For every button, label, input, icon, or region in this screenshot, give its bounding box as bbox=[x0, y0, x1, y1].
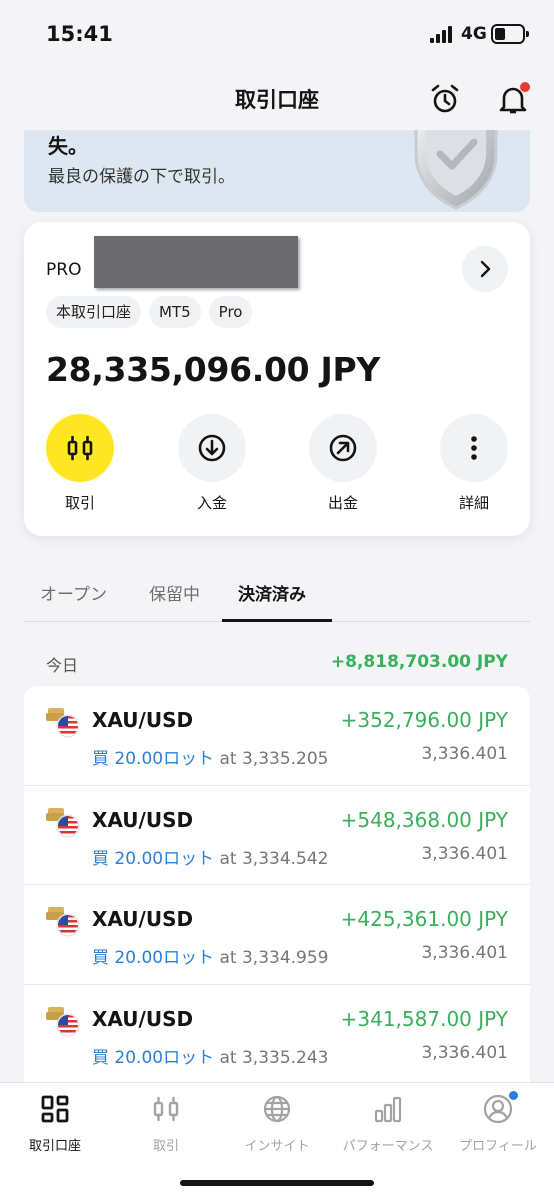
home-indicator bbox=[180, 1180, 374, 1186]
trade-pl: +352,796.00 JPY bbox=[340, 708, 508, 732]
account-tags: 本取引口座 MT5 Pro bbox=[46, 296, 253, 328]
nav-profile-label: プロフィール bbox=[459, 1139, 537, 1154]
details-button-label: 詳細 bbox=[458, 494, 489, 512]
arrow-up-right-circle-icon bbox=[329, 434, 357, 462]
nav-trade[interactable]: 取引 bbox=[111, 1093, 221, 1154]
status-time: 15:41 bbox=[46, 22, 113, 46]
nav-accounts[interactable]: 取引口座 bbox=[0, 1093, 110, 1154]
gold-usd-pair-icon bbox=[46, 804, 80, 838]
trade-pl: +425,361.00 JPY bbox=[340, 907, 508, 931]
trade-pl: +548,368.00 JPY bbox=[340, 807, 508, 832]
trade-side-lot: 買 20.00ロット bbox=[92, 848, 215, 869]
network-type: 4G bbox=[461, 24, 487, 44]
bar-chart-icon bbox=[372, 1093, 404, 1125]
tag-platform: MT5 bbox=[149, 296, 201, 328]
trade-open-price: at 3,335.243 bbox=[214, 1047, 329, 1068]
day-total-pl: +8,818,703.00 JPY bbox=[330, 652, 508, 672]
trade-row[interactable]: XAU/USD +425,361.00 JPY 買 20.00ロット at 3,… bbox=[24, 885, 530, 985]
account-actions: 取引 入金 出金 詳細 bbox=[24, 414, 530, 524]
trade-detail: 買 20.00ロット at 3,335.243 bbox=[92, 1043, 329, 1068]
nav-insights-label: インサイト bbox=[244, 1139, 310, 1154]
redacted-account-id bbox=[94, 236, 298, 288]
alarm-clock-icon[interactable] bbox=[428, 82, 462, 116]
grid-icon bbox=[39, 1093, 71, 1125]
gold-usd-pair-icon bbox=[46, 704, 80, 738]
trade-open-price: at 3,335.205 bbox=[214, 749, 329, 769]
tab-closed[interactable]: 決済済み bbox=[238, 580, 306, 605]
globe-icon bbox=[261, 1093, 293, 1125]
banner-subtitle: 最良の保護の下で取引。 bbox=[48, 167, 235, 187]
trade-side-lot: 買 20.00ロット bbox=[92, 948, 215, 968]
trade-symbol: XAU/USD bbox=[92, 807, 194, 832]
details-button[interactable]: 詳細 bbox=[429, 414, 519, 513]
profile-icon bbox=[482, 1091, 518, 1125]
trade-detail: 買 20.00ロット at 3,335.205 bbox=[92, 744, 329, 769]
positions-tabs: オープン 保留中 決済済み bbox=[24, 568, 530, 622]
shield-icon bbox=[408, 130, 504, 212]
signal-icon bbox=[430, 26, 456, 43]
page-title: 取引口座 bbox=[235, 88, 319, 112]
candlestick-icon bbox=[67, 435, 93, 461]
banner-headline: 失。 bbox=[48, 134, 88, 158]
trade-symbol: XAU/USD bbox=[92, 708, 194, 732]
trade-close-price: 3,336.401 bbox=[421, 744, 508, 764]
account-type: PRO bbox=[46, 260, 82, 280]
closed-trades-list: XAU/USD +352,796.00 JPY 買 20.00ロット at 3,… bbox=[24, 686, 530, 1084]
nav-performance[interactable]: パフォーマンス bbox=[333, 1093, 443, 1154]
status-bar: 15:41 4G bbox=[0, 0, 554, 66]
day-label: 今日 bbox=[46, 656, 79, 675]
withdraw-button-label: 出金 bbox=[327, 494, 358, 512]
trade-button[interactable]: 取引 bbox=[35, 414, 125, 513]
promo-banner[interactable]: 失。 最良の保護の下で取引。 bbox=[24, 130, 530, 212]
more-vertical-icon bbox=[471, 436, 477, 460]
arrow-down-circle-icon bbox=[198, 434, 226, 462]
nav-accounts-label: 取引口座 bbox=[28, 1139, 81, 1154]
tab-pending[interactable]: 保留中 bbox=[149, 580, 200, 605]
trade-symbol: XAU/USD bbox=[92, 1006, 194, 1031]
nav-insights[interactable]: インサイト bbox=[222, 1093, 332, 1154]
account-balance: 28,335,096.00 JPY bbox=[46, 350, 380, 389]
profile-notification-dot bbox=[509, 1091, 518, 1100]
tag-account-type: Pro bbox=[208, 296, 253, 328]
tab-underline bbox=[222, 619, 332, 622]
trade-close-price: 3,336.401 bbox=[421, 943, 508, 963]
trade-detail: 買 20.00ロット at 3,334.542 bbox=[92, 844, 329, 869]
day-summary: 今日 +8,818,703.00 JPY bbox=[46, 652, 508, 676]
gold-usd-pair-icon bbox=[46, 903, 80, 937]
nav-performance-label: パフォーマンス bbox=[342, 1139, 434, 1154]
trade-button-label: 取引 bbox=[64, 494, 95, 512]
trade-row[interactable]: XAU/USD +341,587.00 JPY 買 20.00ロット at 3,… bbox=[24, 985, 530, 1084]
trade-detail: 買 20.00ロット at 3,334.959 bbox=[92, 943, 329, 968]
notification-dot bbox=[520, 82, 530, 92]
candlestick-icon bbox=[150, 1093, 182, 1125]
trade-open-price: at 3,334.542 bbox=[214, 848, 329, 869]
trade-open-price: at 3,334.959 bbox=[214, 948, 329, 968]
bell-icon[interactable] bbox=[496, 82, 530, 116]
gold-usd-pair-icon bbox=[46, 1003, 80, 1037]
account-detail-chevron[interactable] bbox=[462, 246, 508, 292]
nav-profile[interactable]: プロフィール bbox=[443, 1091, 553, 1154]
trade-side-lot: 買 20.00ロット bbox=[92, 749, 215, 769]
trade-row[interactable]: XAU/USD +352,796.00 JPY 買 20.00ロット at 3,… bbox=[24, 686, 530, 786]
deposit-button[interactable]: 入金 bbox=[167, 414, 257, 513]
deposit-button-label: 入金 bbox=[196, 494, 227, 512]
header: 取引口座 bbox=[0, 66, 554, 130]
chevron-right-icon bbox=[480, 260, 491, 278]
trade-close-price: 3,336.401 bbox=[421, 1042, 508, 1063]
trade-pl: +341,587.00 JPY bbox=[340, 1006, 508, 1031]
nav-trade-label: 取引 bbox=[152, 1139, 179, 1154]
withdraw-button[interactable]: 出金 bbox=[298, 414, 388, 513]
trade-side-lot: 買 20.00ロット bbox=[92, 1047, 215, 1068]
trade-close-price: 3,336.401 bbox=[421, 843, 508, 864]
account-card[interactable]: PRO 本取引口座 MT5 Pro 28,335,096.00 JPY 取引 入… bbox=[24, 222, 530, 536]
tag-real-account: 本取引口座 bbox=[46, 296, 142, 328]
battery-icon bbox=[491, 24, 529, 44]
trade-symbol: XAU/USD bbox=[92, 907, 194, 931]
trade-row[interactable]: XAU/USD +548,368.00 JPY 買 20.00ロット at 3,… bbox=[24, 786, 530, 885]
tab-open[interactable]: オープン bbox=[40, 580, 107, 605]
